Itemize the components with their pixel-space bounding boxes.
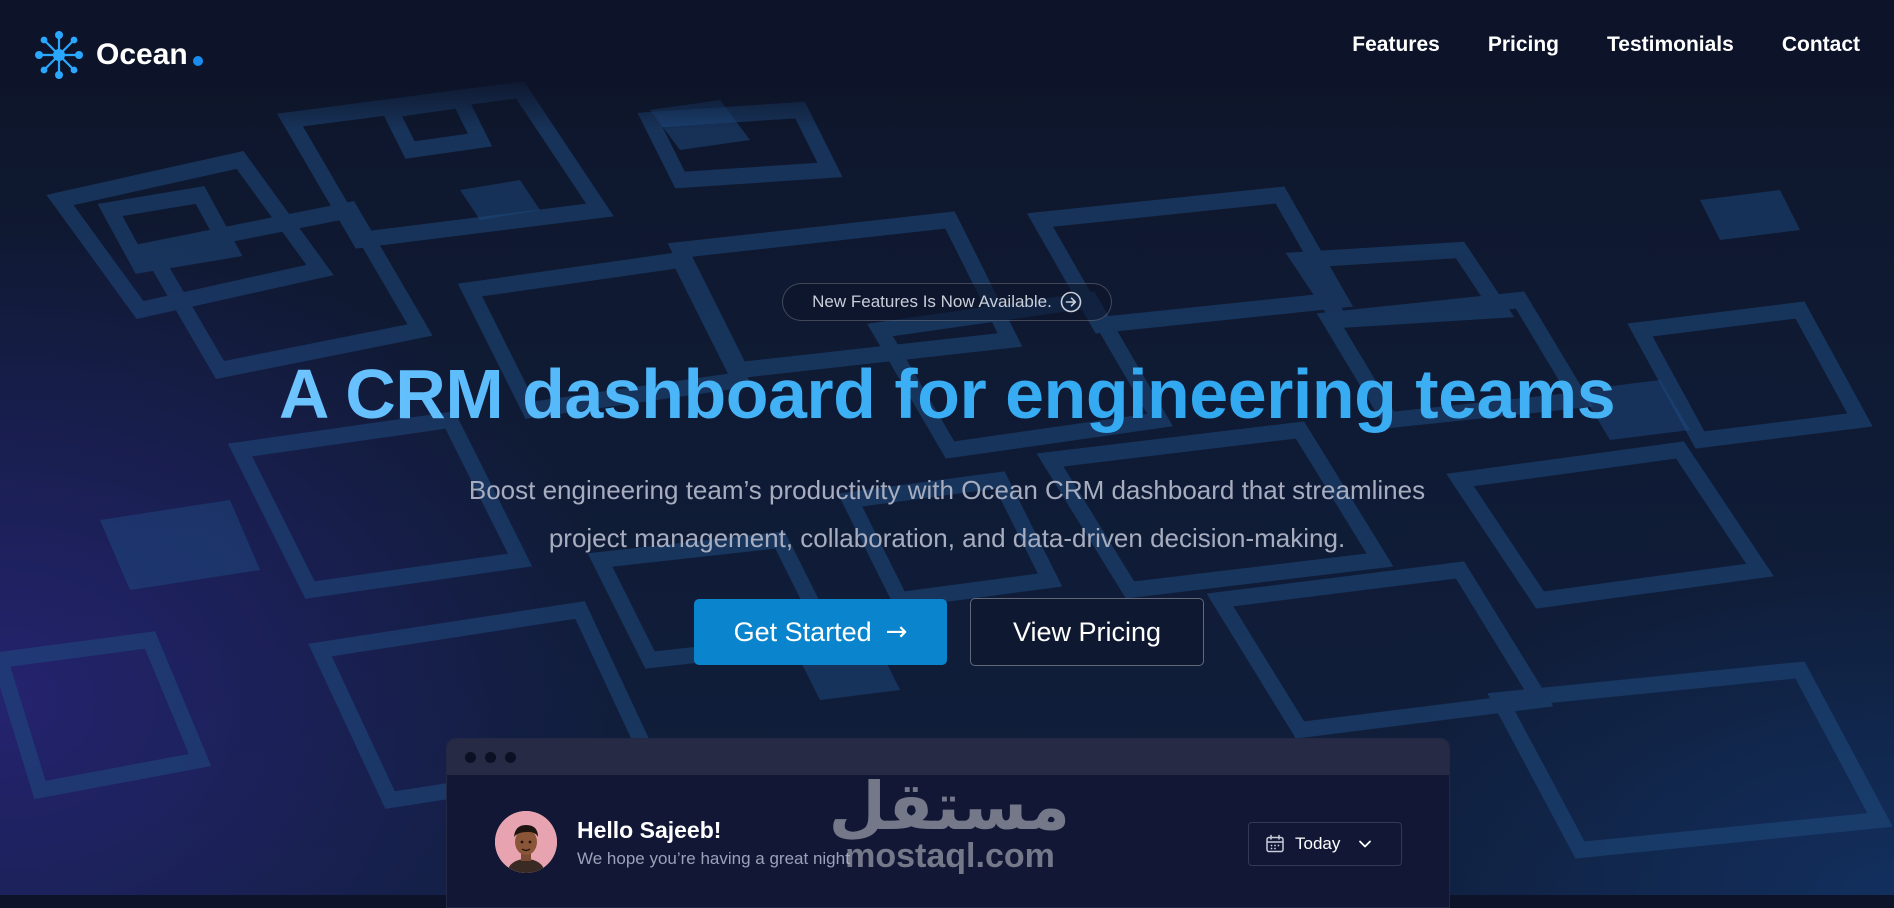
calendar-icon [1266,834,1284,853]
date-filter-label: Today [1295,834,1341,853]
header-fade [0,0,1894,130]
brand-name: Ocean [96,38,188,71]
window-control-dot [485,751,496,763]
get-started-button[interactable]: Get Started → [694,599,947,665]
window-control-dot [505,751,516,763]
greeting-text-block: Hello Sajeeb! We hope you’re having a gr… [577,815,850,869]
view-pricing-button[interactable]: View Pricing [970,598,1204,666]
main-nav: Features Pricing Testimonials Contact [1304,30,1860,60]
greeting-title: Hello Sajeeb! [577,817,722,843]
hero-title: A CRM dashboard for engineering teams [0,352,1894,436]
announcement-pill[interactable]: New Features Is Now Available. [782,283,1112,321]
hero-title-text: A CRM dashboard for engineering teams [278,355,1616,433]
get-started-label: Get Started [733,616,872,647]
hero-subtitle: Boost engineering team’s productivity wi… [397,466,1497,562]
window-control-dot [465,751,476,763]
circle-arrow-right-icon [1060,291,1082,313]
date-filter-dropdown[interactable]: Today [1248,822,1402,866]
hero-subtitle-line-2: project management, collaboration, and d… [548,523,1346,553]
announcement-text: New Features Is Now Available. [812,292,1052,311]
watermark-latin: mostaql.com [845,837,1055,875]
molecule-network-icon [35,31,83,79]
brand-logo[interactable]: Ocean [34,28,203,82]
site-watermark: مستقل mostaql.com [828,768,1070,875]
arrow-right-icon: → [885,617,908,647]
watermark-arabic: مستقل [828,768,1070,845]
chevron-down-icon [1359,840,1372,848]
nav-link-pricing[interactable]: Pricing [1488,30,1559,60]
hero-subtitle-line-1: Boost engineering team’s productivity wi… [468,475,1426,505]
brand-dot [192,56,203,66]
greeting-subtitle: We hope you’re having a great night [577,849,850,868]
avatar[interactable] [495,811,557,873]
avatar-illustration [495,811,557,873]
nav-link-features[interactable]: Features [1352,30,1440,60]
nav-link-contact[interactable]: Contact [1782,30,1860,60]
greeting-row: Hello Sajeeb! We hope you’re having a gr… [495,811,850,873]
nav-link-testimonials[interactable]: Testimonials [1607,30,1734,60]
